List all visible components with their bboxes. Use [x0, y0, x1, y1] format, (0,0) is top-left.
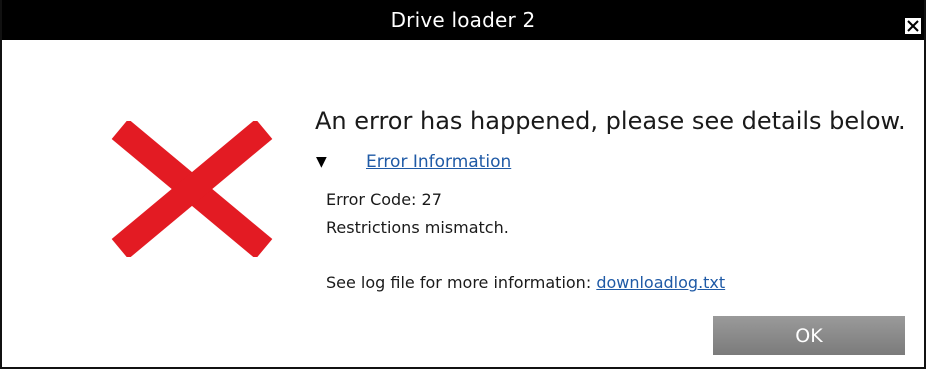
log-file-prefix: See log file for more information: — [326, 273, 592, 292]
triangle-down-icon[interactable]: ▼ — [316, 154, 366, 170]
window-title: Drive loader 2 — [390, 8, 536, 32]
error-description-text: Restrictions mismatch. — [326, 218, 509, 237]
error-dialog: Drive loader 2 An error has happened, pl… — [0, 0, 926, 369]
error-headline: An error has happened, please see detail… — [315, 107, 906, 135]
error-x-icon — [110, 119, 274, 259]
error-info-toggle[interactable]: ▼ Error Information — [316, 152, 511, 172]
title-bar[interactable]: Drive loader 2 — [2, 0, 924, 40]
error-code-text: Error Code: 27 — [326, 190, 442, 209]
close-icon[interactable] — [903, 16, 923, 36]
ok-button[interactable]: OK — [713, 316, 905, 355]
log-file-link[interactable]: downloadlog.txt — [596, 273, 725, 292]
log-file-line: See log file for more information: downl… — [326, 273, 725, 292]
error-information-link[interactable]: Error Information — [366, 152, 511, 172]
